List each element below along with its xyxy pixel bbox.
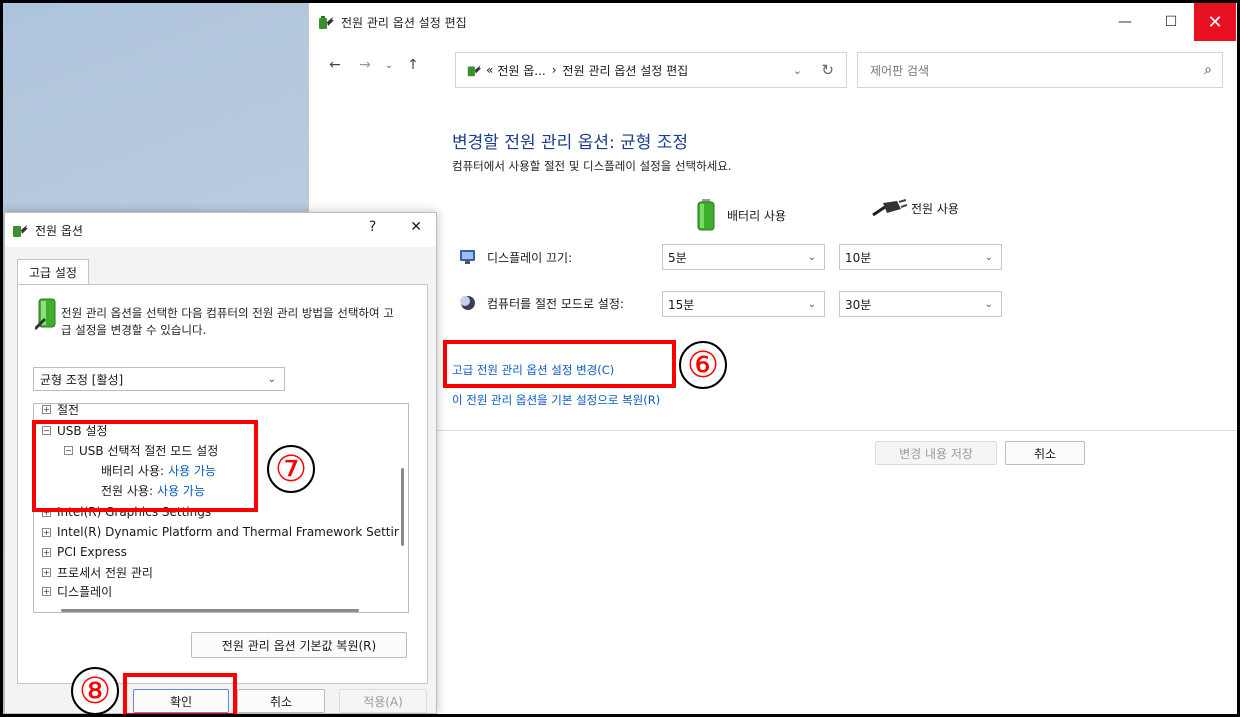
power-options-dialog: 전원 옵션 ? ✕ 고급 설정 전원 관리 옵션을 선택한 다음 컴퓨터의 전원… bbox=[4, 212, 437, 717]
address-prefix: « bbox=[486, 63, 494, 77]
chevron-down-icon: ⌄ bbox=[267, 373, 276, 385]
battery-icon bbox=[697, 199, 715, 231]
tree-item-sleep[interactable]: + 절전 bbox=[42, 404, 79, 419]
sleep-row: 컴퓨터를 절전 모드로 설정: bbox=[459, 294, 624, 312]
dialog-title: 전원 옵션 bbox=[35, 223, 83, 238]
moon-sleep-icon bbox=[460, 296, 475, 310]
power-options-icon bbox=[319, 16, 334, 29]
step-7-marker: ⑦ bbox=[267, 445, 315, 493]
minimize-icon[interactable]: — bbox=[1102, 3, 1148, 41]
refresh-icon[interactable]: ↻ bbox=[821, 61, 834, 79]
page-title: 변경할 전원 관리 옵션: 균형 조정 bbox=[452, 133, 689, 153]
battery-plug-icon bbox=[35, 298, 56, 331]
dialog-controls: ? ✕ bbox=[369, 219, 422, 235]
chevron-down-icon: ⌄ bbox=[807, 251, 816, 263]
search-input[interactable]: 제어판 검색 ⌕ bbox=[857, 52, 1223, 88]
expand-icon[interactable]: + bbox=[42, 404, 51, 414]
monitor-icon bbox=[460, 250, 475, 264]
tree-item-pci-express[interactable]: + PCI Express bbox=[42, 542, 127, 562]
restore-defaults-link[interactable]: 이 전원 관리 옵션을 기본 설정으로 복원(R) bbox=[452, 392, 660, 408]
display-off-row: 디스플레이 끄기: bbox=[459, 248, 572, 266]
divider bbox=[309, 430, 1237, 431]
window-controls: — ☐ ✕ bbox=[1102, 3, 1236, 41]
display-off-plugged-select[interactable]: 10분 ⌄ bbox=[839, 244, 1002, 270]
step-8-marker: ⑧ bbox=[71, 667, 119, 715]
chevron-down-icon: ⌄ bbox=[984, 251, 993, 263]
sleep-label: 컴퓨터를 절전 모드로 설정: bbox=[487, 296, 624, 311]
highlight-box-ok-button bbox=[123, 673, 237, 717]
dialog-cancel-button[interactable]: 취소 bbox=[237, 689, 325, 713]
breadcrumb-power-options[interactable]: 전원 옵... bbox=[497, 62, 545, 79]
display-off-label: 디스플레이 끄기: bbox=[487, 250, 573, 265]
recent-chevron-icon[interactable]: ⌄ bbox=[377, 60, 401, 71]
chevron-down-icon: ⌄ bbox=[984, 298, 993, 310]
back-arrow-icon[interactable]: ← bbox=[323, 57, 347, 73]
power-plan-select[interactable]: 균형 조정 [활성] ⌄ bbox=[33, 367, 285, 391]
highlight-box-advanced-link bbox=[443, 340, 676, 388]
plugged-in-column-header: 전원 사용 bbox=[871, 199, 959, 217]
dialog-description: 전원 관리 옵션을 선택한 다음 컴퓨터의 전원 관리 방법을 선택하여 고급 … bbox=[61, 306, 394, 337]
tab-advanced-settings[interactable]: 고급 설정 bbox=[17, 259, 89, 285]
maximize-icon[interactable]: ☐ bbox=[1148, 3, 1194, 41]
expand-icon[interactable]: + bbox=[42, 567, 51, 577]
close-icon[interactable]: ✕ bbox=[1194, 3, 1236, 41]
power-options-icon bbox=[467, 65, 482, 77]
breadcrumb-edit-plan[interactable]: 전원 관리 옵션 설정 편집 bbox=[563, 62, 689, 79]
address-bar[interactable]: « 전원 옵... › 전원 관리 옵션 설정 편집 ⌄ ↻ bbox=[455, 52, 847, 88]
window-title: 전원 관리 옵션 설정 편집 bbox=[341, 15, 467, 30]
page-subtitle: 컴퓨터에서 사용할 절전 및 디스플레이 설정을 선택하세요. bbox=[452, 159, 732, 173]
power-plug-icon bbox=[872, 199, 907, 217]
forward-arrow-icon[interactable]: → bbox=[353, 57, 377, 73]
expand-icon[interactable]: + bbox=[42, 547, 51, 557]
step-6-marker: ⑥ bbox=[679, 341, 727, 389]
display-off-battery-select[interactable]: 5분 ⌄ bbox=[662, 244, 825, 270]
close-icon[interactable]: ✕ bbox=[410, 219, 422, 235]
tree-item-intel-dptf[interactable]: + Intel(R) Dynamic Platform and Thermal F… bbox=[42, 522, 399, 542]
search-placeholder: 제어판 검색 bbox=[870, 63, 930, 78]
highlight-box-usb-settings bbox=[32, 420, 258, 512]
restore-plan-defaults-button[interactable]: 전원 관리 옵션 기본값 복원(R) bbox=[191, 632, 407, 658]
chevron-down-icon: ⌄ bbox=[807, 298, 816, 310]
tree-item-processor-power[interactable]: + 프로세서 전원 관리 bbox=[42, 562, 153, 582]
expand-icon[interactable]: + bbox=[42, 586, 51, 596]
sleep-plugged-select[interactable]: 30분 ⌄ bbox=[839, 291, 1002, 317]
power-options-icon bbox=[13, 225, 28, 237]
cancel-button[interactable]: 취소 bbox=[1005, 441, 1085, 465]
expand-icon[interactable]: + bbox=[42, 527, 51, 537]
vertical-scrollbar[interactable] bbox=[401, 468, 404, 546]
battery-column-header: 배터리 사용 bbox=[697, 199, 786, 231]
chevron-down-icon[interactable]: ⌄ bbox=[793, 64, 802, 77]
breadcrumb-separator: › bbox=[551, 63, 557, 77]
up-arrow-icon[interactable]: ↑ bbox=[401, 57, 425, 73]
apply-button[interactable]: 적용(A) bbox=[339, 689, 427, 713]
title-bar: 전원 관리 옵션 설정 편집 bbox=[309, 3, 1236, 41]
edit-plan-settings-window: 전원 관리 옵션 설정 편집 — ☐ ✕ ← → ⌄ ↑ « 전원 옵... ›… bbox=[308, 3, 1237, 714]
horizontal-scrollbar[interactable] bbox=[61, 609, 359, 612]
tree-item-display[interactable]: + 디스플레이 bbox=[42, 581, 112, 601]
help-icon[interactable]: ? bbox=[369, 219, 376, 235]
sleep-battery-select[interactable]: 15분 ⌄ bbox=[662, 291, 825, 317]
search-icon[interactable]: ⌕ bbox=[1204, 62, 1212, 78]
save-changes-button[interactable]: 변경 내용 저장 bbox=[875, 441, 997, 465]
